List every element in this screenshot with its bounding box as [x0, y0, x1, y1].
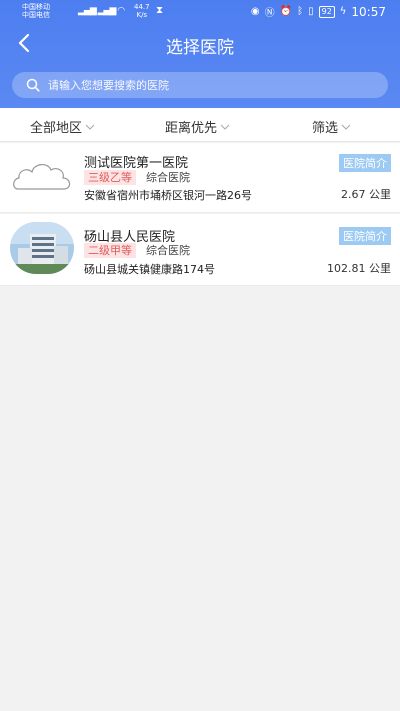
filter-bar: 全部地区 距离优先 筛选: [0, 108, 400, 142]
carrier-1: 中国移动: [22, 3, 50, 11]
region-filter-label: 全部地区: [30, 121, 83, 136]
hospital-placeholder-cloud-icon: [13, 164, 71, 190]
hospital-intro-button[interactable]: 医院简介: [339, 154, 391, 172]
status-right: ◉ Ⓝ ⏰ ᛒ ▯ 92 ϟ 10:57: [250, 4, 386, 20]
hospital-intro-button[interactable]: 医院简介: [339, 227, 391, 245]
signal-icon: ▂▄▆ ▂▄▆ ◠: [78, 6, 125, 16]
hospital-address: 安徽省宿州市埇桥区银河一路26号: [84, 189, 252, 202]
charging-icon: ϟ: [339, 6, 347, 17]
carrier-2: 中国电信: [22, 11, 50, 19]
vibrate-icon: ▯: [308, 6, 314, 17]
hospital-level-badge: 二级甲等: [84, 243, 136, 258]
eye-icon: ◉: [250, 6, 260, 17]
clock: 10:57: [351, 4, 386, 19]
battery-indicator: 92: [318, 5, 335, 18]
network-speed: 44.7 K/s: [134, 3, 150, 19]
page-title: 选择医院: [166, 38, 234, 58]
alarm-icon: ⏰: [279, 6, 293, 17]
nfc-icon: Ⓝ: [264, 8, 275, 19]
nav-bar: 选择医院: [0, 26, 400, 62]
chevron-down-icon: [220, 124, 230, 130]
hospital-address: 砀山县城关镇健康路174号: [84, 263, 215, 276]
chevron-down-icon: [85, 124, 95, 130]
distance-sort-label: 距离优先: [165, 121, 218, 136]
hospital-card[interactable]: 砀山县人民医院 二级甲等 综合医院 砀山县城关镇健康路174号 医院简介 102…: [0, 214, 400, 286]
region-filter[interactable]: 全部地区: [30, 117, 95, 136]
status-bar: 中国移动 中国电信 ▂▄▆ ▂▄▆ ◠ 44.7 K/s ⧗ ◉ Ⓝ ⏰ ᛒ ▯…: [0, 0, 400, 24]
hospital-level-badge: 三级乙等: [84, 170, 136, 185]
carrier-info: 中国移动 中国电信: [22, 3, 50, 19]
hospital-distance: 2.67 公里: [341, 188, 391, 201]
hospital-type: 综合医院: [146, 244, 190, 257]
search-input[interactable]: [48, 75, 368, 95]
hospital-name: 测试医院第一医院: [84, 156, 189, 171]
hospital-type: 综合医院: [146, 171, 190, 184]
speed-unit: K/s: [136, 11, 148, 19]
bluetooth-icon: ᛒ: [297, 6, 304, 17]
speed-value: 44.7: [134, 3, 150, 11]
hospital-card[interactable]: 测试医院第一医院 三级乙等 综合医院 安徽省宿州市埇桥区银河一路26号 医院简介…: [0, 143, 400, 213]
hourglass-icon: ⧗: [156, 5, 164, 16]
hospital-photo: [10, 222, 74, 274]
header: 中国移动 中国电信 ▂▄▆ ▂▄▆ ◠ 44.7 K/s ⧗ ◉ Ⓝ ⏰ ᛒ ▯…: [0, 0, 400, 108]
distance-sort[interactable]: 距离优先: [165, 117, 230, 136]
search-bar[interactable]: [12, 72, 388, 98]
chevron-down-icon: [341, 124, 351, 130]
search-icon: [26, 78, 40, 92]
filter-button-label: 筛选: [312, 121, 339, 136]
hospital-distance: 102.81 公里: [327, 262, 391, 275]
filter-button[interactable]: 筛选: [312, 117, 351, 136]
